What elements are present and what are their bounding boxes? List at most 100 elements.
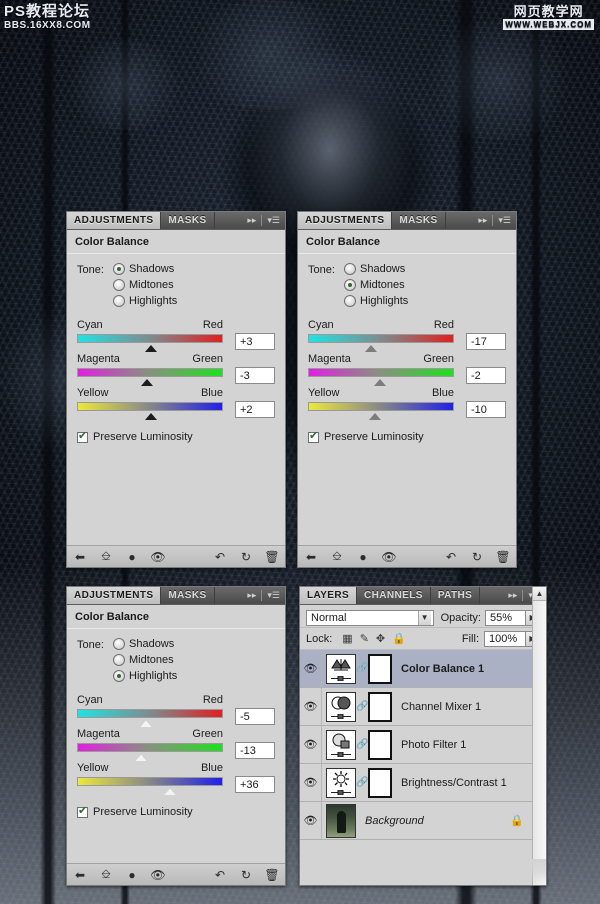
adjustment-layer-thumbnail[interactable] <box>326 767 356 798</box>
slider-track-yellow-blue[interactable] <box>77 402 223 420</box>
scroll-up-icon[interactable]: ▲ <box>533 587 546 601</box>
tab-paths[interactable]: PATHS <box>430 587 481 604</box>
adjustments-panel-highlights[interactable]: ADJUSTMENTS MASKS ▸▸ ▾☰ Color Balance To… <box>66 586 286 886</box>
radio-dot-icon[interactable] <box>113 670 125 682</box>
slider-thumb[interactable] <box>369 413 382 420</box>
collapse-icon[interactable]: ▸▸ <box>247 215 256 226</box>
panel-menu-icon[interactable]: ▾☰ <box>267 215 280 226</box>
new-adjustment-icon[interactable]: ● <box>350 550 376 564</box>
layer-row[interactable]: 👁 🔗 Channel Mixer 1 <box>300 688 532 726</box>
value-field-magenta-green[interactable]: -3 <box>235 367 275 384</box>
layer-visibility-eye-icon[interactable]: 👁 <box>300 764 322 801</box>
adjustment-layer-thumbnail[interactable] <box>326 653 356 684</box>
slider-track-cyan-red[interactable] <box>77 709 223 727</box>
radio-dot-icon[interactable] <box>344 279 356 291</box>
value-field-magenta-green[interactable]: -13 <box>235 742 275 759</box>
blend-mode-select[interactable]: Normal ▼ <box>306 609 434 626</box>
radio-highlights[interactable]: Highlights <box>344 295 408 307</box>
radio-highlights[interactable]: Highlights <box>113 670 177 682</box>
tab-masks[interactable]: MASKS <box>392 212 446 229</box>
mask-link-icon[interactable]: 🔗 <box>356 663 368 674</box>
layer-thumbnail[interactable] <box>326 803 356 838</box>
reset-icon[interactable]: ↻ <box>233 868 259 882</box>
tab-layers[interactable]: LAYERS <box>300 587 358 604</box>
radio-dot-icon[interactable] <box>344 263 356 275</box>
layer-list[interactable]: 👁 🔗 Color Balance 1 👁 🔗 Channel Mixer 1 👁 🔗 Phot… <box>300 650 532 840</box>
slider-track-yellow-blue[interactable] <box>308 402 454 420</box>
collapse-icon[interactable]: ▸▸ <box>478 215 487 226</box>
tab-adjustments[interactable]: ADJUSTMENTS <box>298 212 393 229</box>
adjustment-layer-thumbnail[interactable] <box>326 691 356 722</box>
layer-mask-thumbnail[interactable] <box>368 767 392 798</box>
mask-link-icon[interactable]: 🔗 <box>356 777 368 788</box>
tab-channels[interactable]: CHANNELS <box>357 587 431 604</box>
slider-track-cyan-red[interactable] <box>308 334 454 352</box>
preserve-luminosity-checkbox[interactable] <box>77 805 88 818</box>
layer-visibility-eye-icon[interactable]: 👁 <box>300 802 322 839</box>
radio-dot-icon[interactable] <box>113 295 125 307</box>
slider-track-magenta-green[interactable] <box>308 368 454 386</box>
layers-panel[interactable]: LAYERS CHANNELS PATHS ▸▸ ▾☰ Normal ▼ Opa… <box>299 586 547 886</box>
layer-mask-thumbnail[interactable] <box>368 691 392 722</box>
mask-link-icon[interactable]: 🔗 <box>356 739 368 750</box>
slider-thumb[interactable] <box>164 788 177 795</box>
layer-row[interactable]: 👁 Background 🔒 <box>300 802 532 840</box>
layer-visibility-eye-icon[interactable]: 👁 <box>300 726 322 763</box>
tone-radio-group[interactable]: Shadows Midtones Highlights <box>113 638 177 682</box>
clip-to-layer-icon[interactable]: ⎒ <box>93 549 119 564</box>
back-arrow-icon[interactable]: ⬅ <box>298 550 324 564</box>
slider-track-magenta-green[interactable] <box>77 368 223 386</box>
layer-visibility-eye-icon[interactable]: 👁 <box>300 688 322 725</box>
radio-midtones[interactable]: Midtones <box>113 654 177 666</box>
layer-row[interactable]: 👁 🔗 Brightness/Contrast 1 <box>300 764 532 802</box>
back-arrow-icon[interactable]: ⬅ <box>67 868 93 882</box>
adjustments-panel-shadows[interactable]: ADJUSTMENTS MASKS ▸▸ ▾☰ Color Balance To… <box>66 211 286 568</box>
lock-position-icon[interactable]: ✥ <box>376 632 385 645</box>
layer-mask-thumbnail[interactable] <box>368 729 392 760</box>
radio-shadows[interactable]: Shadows <box>113 263 177 275</box>
clip-to-layer-icon[interactable]: ⎒ <box>93 867 119 882</box>
toggle-visibility-icon[interactable]: 👁 <box>145 868 171 882</box>
delete-icon[interactable]: 🗑 <box>259 868 285 882</box>
slider-thumb[interactable] <box>373 379 386 386</box>
tone-radio-group[interactable]: Shadows Midtones Highlights <box>113 263 177 307</box>
adjustments-panel-midtones[interactable]: ADJUSTMENTS MASKS ▸▸ ▾☰ Color Balance To… <box>297 211 517 568</box>
slider-thumb[interactable] <box>145 345 158 352</box>
layer-mask-thumbnail[interactable] <box>368 653 392 684</box>
value-field-cyan-red[interactable]: -17 <box>466 333 506 350</box>
value-field-cyan-red[interactable]: +3 <box>235 333 275 350</box>
layers-scrollbar[interactable]: ▲ <box>532 587 546 885</box>
view-previous-state-icon[interactable]: ↶ <box>438 550 464 564</box>
lock-transparency-icon[interactable]: ▦ <box>342 632 352 645</box>
slider-track-magenta-green[interactable] <box>77 743 223 761</box>
tab-masks[interactable]: MASKS <box>161 587 215 604</box>
radio-shadows[interactable]: Shadows <box>344 263 408 275</box>
reset-icon[interactable]: ↻ <box>464 550 490 564</box>
preserve-luminosity-row[interactable]: Preserve Luminosity <box>298 421 516 443</box>
new-adjustment-icon[interactable]: ● <box>119 550 145 564</box>
layer-row[interactable]: 👁 🔗 Color Balance 1 <box>300 650 532 688</box>
new-adjustment-icon[interactable]: ● <box>119 868 145 882</box>
collapse-icon[interactable]: ▸▸ <box>247 590 256 601</box>
preserve-luminosity-row[interactable]: Preserve Luminosity <box>67 796 285 818</box>
radio-dot-icon[interactable] <box>113 638 125 650</box>
delete-icon[interactable]: 🗑 <box>259 550 285 564</box>
radio-midtones[interactable]: Midtones <box>344 279 408 291</box>
chevron-down-icon[interactable]: ▼ <box>417 610 431 625</box>
lock-all-icon[interactable]: 🔒 <box>392 632 406 645</box>
layer-row[interactable]: 👁 🔗 Photo Filter 1 <box>300 726 532 764</box>
mask-link-icon[interactable]: 🔗 <box>356 701 368 712</box>
value-field-cyan-red[interactable]: -5 <box>235 708 275 725</box>
radio-dot-icon[interactable] <box>344 295 356 307</box>
slider-thumb[interactable] <box>135 754 148 761</box>
radio-highlights[interactable]: Highlights <box>113 295 177 307</box>
toggle-visibility-icon[interactable]: 👁 <box>376 550 402 564</box>
collapse-icon[interactable]: ▸▸ <box>508 590 517 601</box>
value-field-yellow-blue[interactable]: +2 <box>235 401 275 418</box>
value-field-magenta-green[interactable]: -2 <box>466 367 506 384</box>
tab-masks[interactable]: MASKS <box>161 212 215 229</box>
panel-menu-icon[interactable]: ▾☰ <box>498 215 511 226</box>
toggle-visibility-icon[interactable]: 👁 <box>145 550 171 564</box>
preserve-luminosity-row[interactable]: Preserve Luminosity <box>67 421 285 443</box>
opacity-field[interactable]: 55% <box>484 609 527 626</box>
